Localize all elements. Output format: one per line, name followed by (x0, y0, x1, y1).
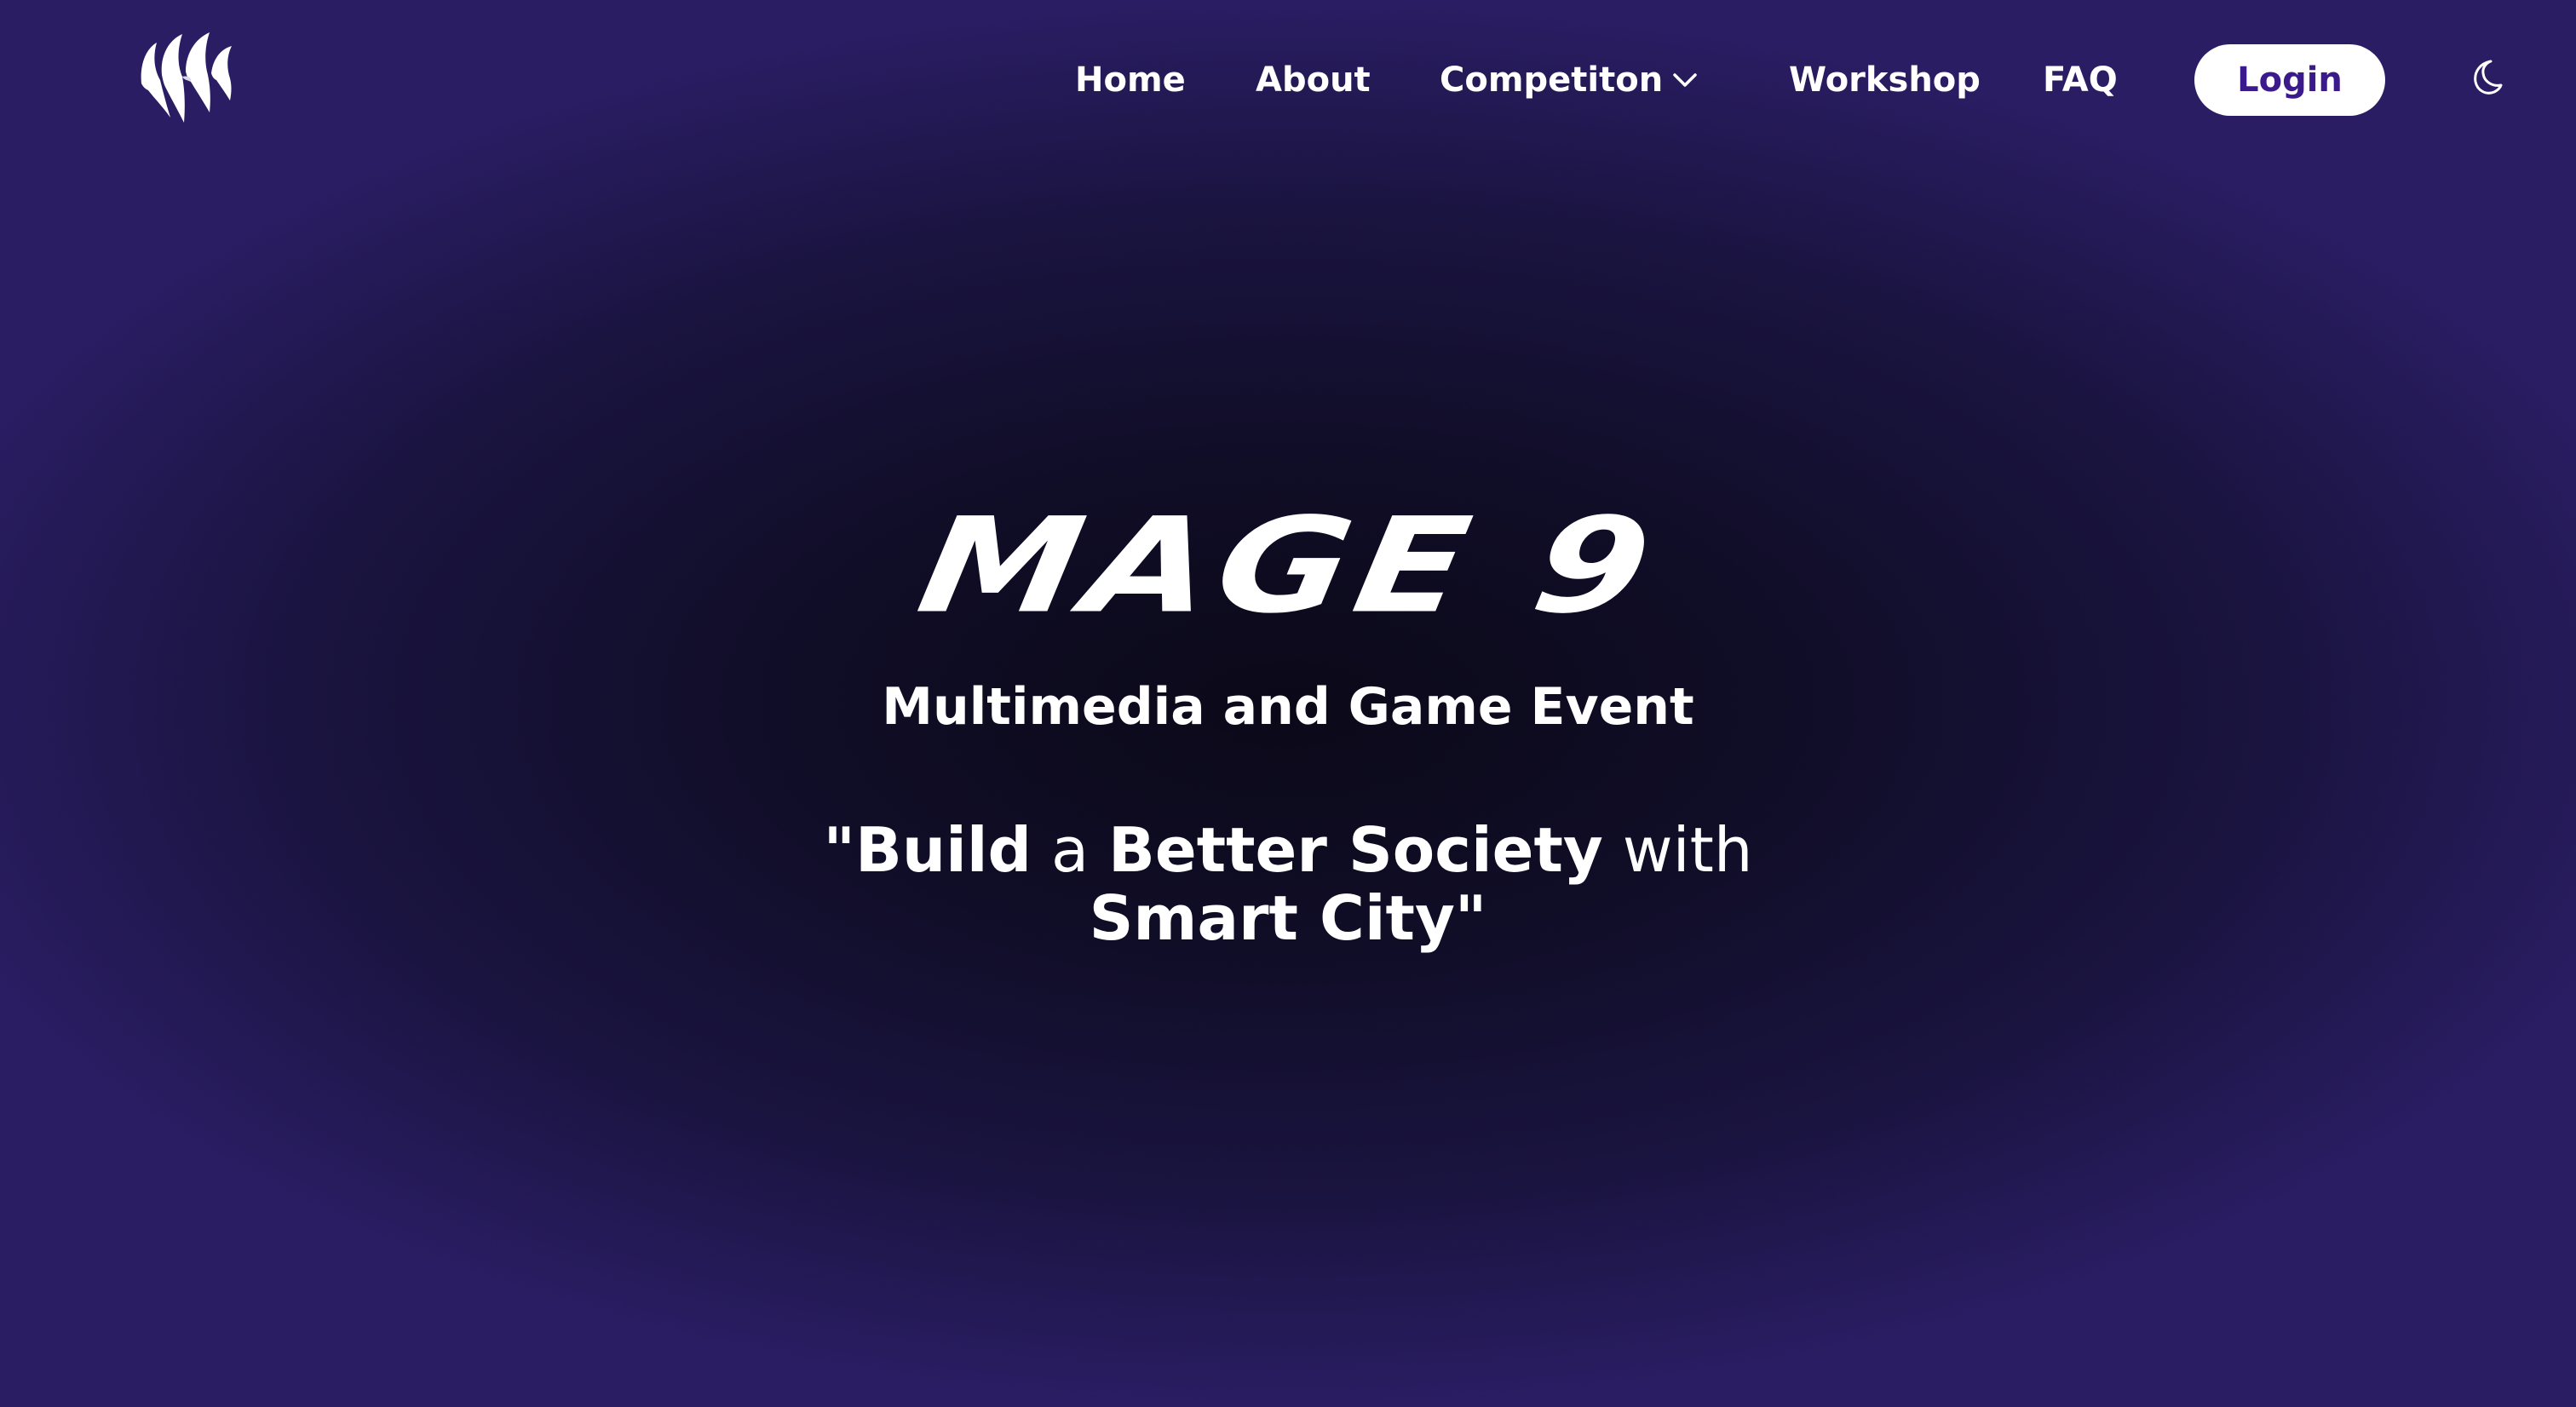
hero-section: MAGE 9 Multimedia and Game Event "Build … (0, 489, 2576, 952)
hero-tagline: "Build a Better Society with Smart City" (0, 816, 2576, 952)
nav-link-faq[interactable]: FAQ (2043, 60, 2118, 100)
nav-link-about[interactable]: About (1256, 60, 1371, 100)
tagline-a: a (1032, 814, 1108, 886)
tagline-line-1: "Build a Better Society with (0, 816, 2576, 884)
nav-link-competition[interactable]: Competiton (1440, 60, 1663, 100)
tagline-line-2: Smart City" (0, 884, 2576, 952)
moon-icon[interactable] (2465, 56, 2506, 97)
nav-link-home[interactable]: Home (1075, 60, 1186, 100)
tagline-with: with (1602, 814, 1753, 886)
tagline-smart-city: Smart City" (1089, 882, 1487, 954)
hero-subtitle: Multimedia and Game Event (882, 677, 1694, 737)
login-button[interactable]: Login (2194, 44, 2385, 116)
tagline-better-society: Better Society (1107, 814, 1603, 886)
navbar: Home About Competiton Workshop FAQ Login (0, 0, 2576, 162)
mage-claw-logo-icon[interactable] (136, 24, 239, 126)
tagline-build: "Build (823, 814, 1032, 886)
nav-link-workshop[interactable]: Workshop (1789, 60, 1981, 100)
chevron-down-icon[interactable] (1668, 66, 1702, 94)
hero-title: MAGE 9 (908, 489, 1668, 643)
